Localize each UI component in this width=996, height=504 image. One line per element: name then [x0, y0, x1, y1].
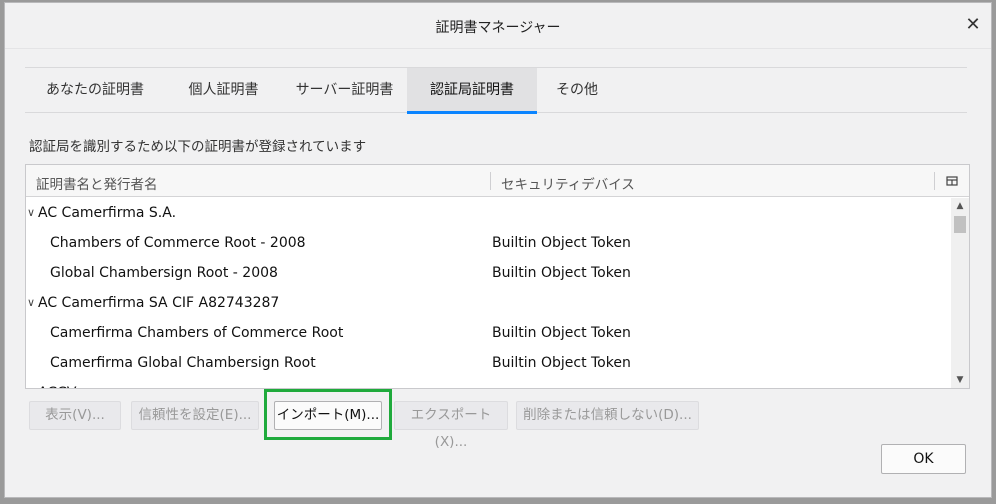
tab-bar: あなたの証明書 個人証明書 サーバー証明書 認証局証明書 その他: [25, 67, 967, 114]
column-header-name[interactable]: 証明書名と発行者名: [36, 173, 158, 193]
close-button[interactable]: ✕: [963, 15, 983, 35]
import-highlight-box: [264, 389, 392, 440]
certificate-name: Camerfirma Global Chambersign Root: [50, 355, 316, 371]
delete-distrust-button[interactable]: 削除または信頼しない(D)...: [516, 401, 699, 430]
tree-row-certificate[interactable]: Global Chambersign Root - 2008 Builtin O…: [26, 258, 952, 288]
tab-authority-certificates[interactable]: 認証局証明書: [407, 68, 537, 114]
chevron-down-icon[interactable]: ∨: [27, 198, 35, 228]
ok-button[interactable]: OK: [881, 444, 966, 474]
scrollbar-thumb[interactable]: [954, 216, 966, 233]
security-device: Builtin Object Token: [492, 265, 631, 281]
tab-server-certificates[interactable]: サーバー証明書: [282, 68, 407, 113]
tree-row-group[interactable]: ∨ AC Camerfirma SA CIF A82743287: [26, 288, 952, 318]
column-header-device[interactable]: セキュリティデバイス: [501, 173, 635, 193]
dialog-title: 証明書マネージャー: [435, 20, 561, 36]
chevron-down-icon[interactable]: ∨: [27, 288, 35, 318]
view-button[interactable]: 表示(V)...: [29, 401, 121, 430]
vertical-scrollbar[interactable]: ▲ ▼: [951, 198, 969, 388]
column-splitter[interactable]: [490, 172, 491, 190]
tree-row-certificate[interactable]: Chambers of Commerce Root - 2008 Builtin…: [26, 228, 952, 258]
security-device: Builtin Object Token: [492, 235, 631, 251]
security-device: Builtin Object Token: [492, 355, 631, 371]
security-device: Builtin Object Token: [492, 325, 631, 341]
certificate-name: Global Chambersign Root - 2008: [50, 265, 278, 281]
tab-your-certificates[interactable]: あなたの証明書: [25, 68, 165, 113]
scroll-down-icon[interactable]: ▼: [951, 372, 969, 388]
tab-others[interactable]: その他: [537, 68, 617, 113]
group-name: AC Camerfirma S.A.: [38, 205, 177, 221]
column-picker-icon[interactable]: [945, 174, 959, 188]
scroll-up-icon[interactable]: ▲: [951, 198, 969, 214]
edit-trust-button[interactable]: 信頼性を設定(E)...: [131, 401, 259, 430]
titlebar: 証明書マネージャー ✕: [5, 3, 991, 49]
certificate-tree: 証明書名と発行者名 セキュリティデバイス ∨ AC Camerfirma S.A…: [25, 164, 970, 389]
tree-row-certificate[interactable]: Camerfirma Global Chambersign Root Built…: [26, 348, 952, 378]
close-icon: ✕: [965, 14, 981, 35]
certificate-manager-dialog: 証明書マネージャー ✕ あなたの証明書 個人証明書 サーバー証明書 認証局証明書…: [4, 2, 992, 498]
tree-rows: ∨ AC Camerfirma S.A. Chambers of Commerc…: [26, 198, 952, 388]
tree-row-group[interactable]: ∨ ACCV: [26, 378, 952, 388]
group-name: ACCV: [38, 378, 76, 388]
chevron-down-icon[interactable]: ∨: [27, 378, 35, 388]
group-name: AC Camerfirma SA CIF A82743287: [38, 295, 280, 311]
column-splitter[interactable]: [934, 172, 935, 190]
export-button[interactable]: エクスポート(X)...: [394, 401, 508, 450]
tree-row-group[interactable]: ∨ AC Camerfirma S.A.: [26, 198, 952, 228]
description-text: 認証局を識別するため以下の証明書が登録されています: [29, 139, 367, 155]
certificate-name: Camerfirma Chambers of Commerce Root: [50, 325, 344, 341]
tree-row-certificate[interactable]: Camerfirma Chambers of Commerce Root Bui…: [26, 318, 952, 348]
tree-header: 証明書名と発行者名 セキュリティデバイス: [26, 165, 969, 197]
certificate-name: Chambers of Commerce Root - 2008: [50, 235, 306, 251]
tab-personal-certificates[interactable]: 個人証明書: [165, 68, 282, 113]
